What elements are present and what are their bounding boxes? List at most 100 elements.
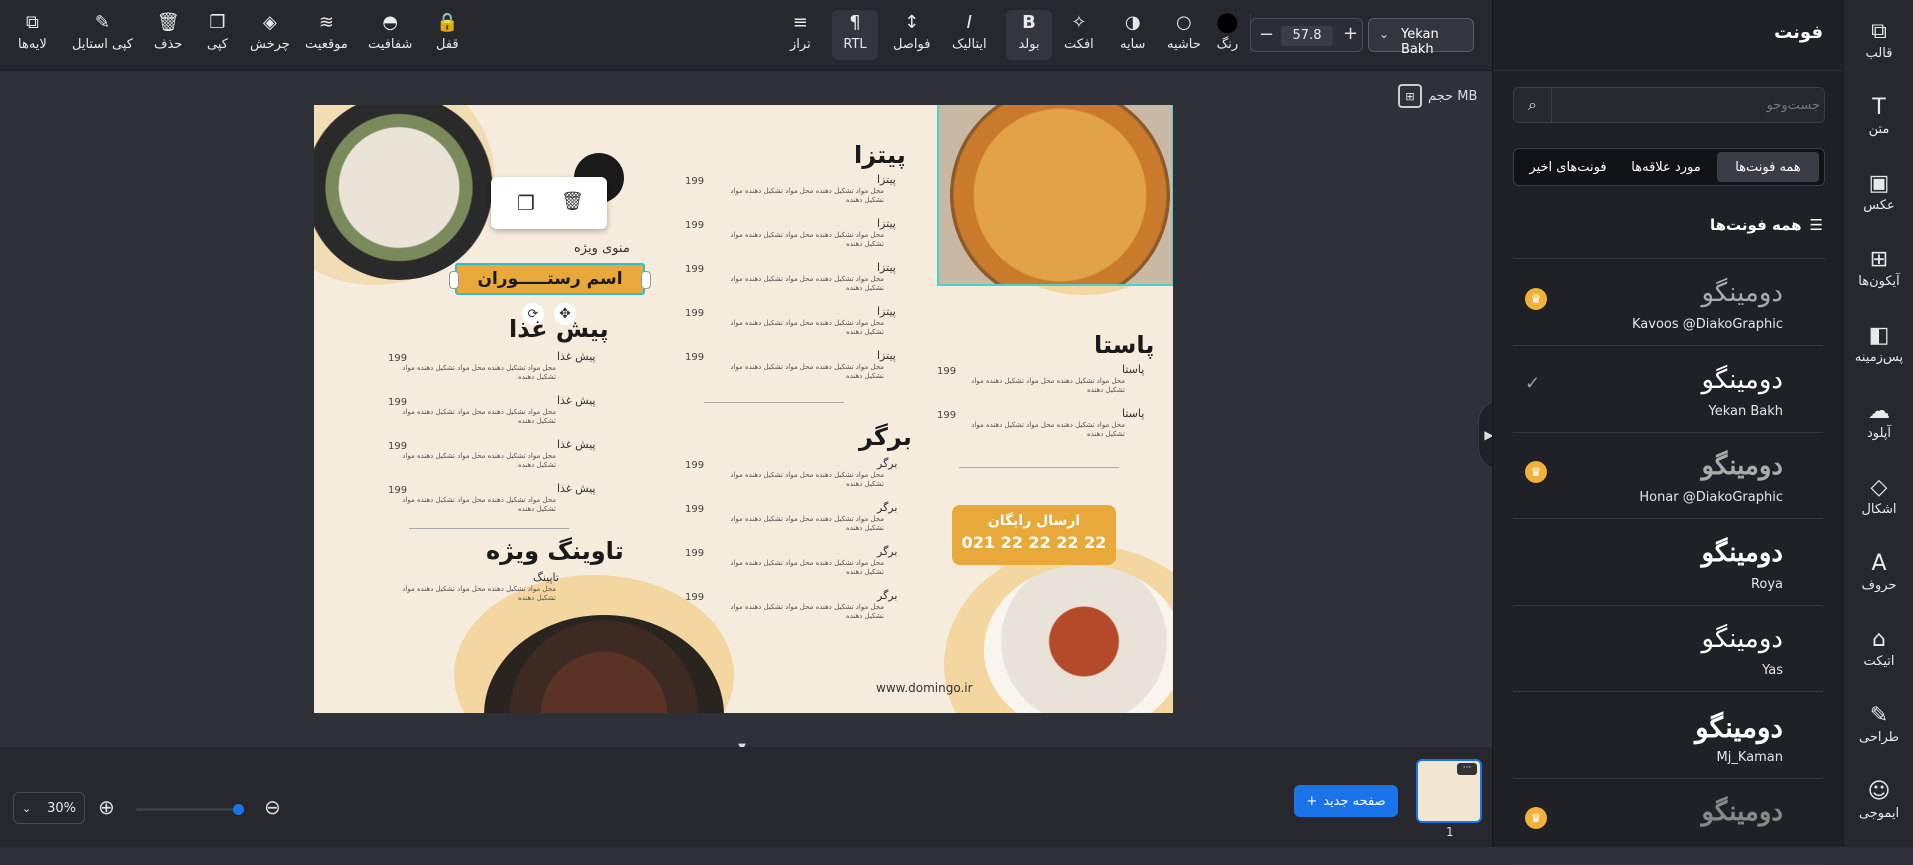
- website-text[interactable]: www.domingo.ir: [876, 681, 973, 695]
- pizza-item-title[interactable]: پیتزا: [877, 217, 896, 230]
- rail-item-image[interactable]: ▣ عکس: [1844, 156, 1913, 226]
- rail-item-shapes[interactable]: ◇ اشکال: [1844, 460, 1913, 530]
- duplicate-icon[interactable]: ❐: [517, 191, 535, 215]
- pizza-item-price[interactable]: 199: [685, 264, 704, 275]
- search-icon[interactable]: ⌕: [1514, 88, 1552, 122]
- pizza-item-desc[interactable]: محل مواد تشکیل دهنده محل مواد تشکیل دهند…: [724, 231, 884, 249]
- search-input[interactable]: [1554, 90, 1820, 120]
- burger-item-title[interactable]: برگر: [877, 589, 897, 602]
- pasta-item-desc[interactable]: محل مواد تشکیل دهنده محل مواد تشکیل دهند…: [965, 377, 1125, 395]
- zoom-slider-thumb[interactable]: [233, 804, 244, 815]
- burger-item-desc[interactable]: محل مواد تشکیل دهنده محل مواد تشکیل دهند…: [724, 515, 884, 533]
- special-item-title[interactable]: تاپینگ: [533, 571, 559, 584]
- appetizer-item-price[interactable]: 199: [388, 441, 407, 452]
- font-list-item[interactable]: دومینگو Kavoos @DiakoGraphic ♛: [1513, 260, 1823, 346]
- rail-item-background[interactable]: ◧ پس‌زمینه: [1844, 308, 1913, 378]
- copy-style-button[interactable]: ✎ کپی استایل: [72, 10, 133, 60]
- font-size-stepper[interactable]: − 57.8 +: [1250, 18, 1363, 52]
- effect-button[interactable]: ✧ افکت: [1064, 10, 1094, 60]
- border-button[interactable]: ○ حاشیه: [1167, 10, 1201, 60]
- font-tab-favorites[interactable]: مورد علاقه‌ها: [1621, 152, 1711, 182]
- trash-icon[interactable]: 🗑: [561, 191, 584, 212]
- burger-item-title[interactable]: برگر: [877, 545, 897, 558]
- pizza-item-desc[interactable]: محل مواد تشکیل دهنده محل مواد تشکیل دهند…: [724, 187, 884, 205]
- align-button[interactable]: ≡ تراز: [790, 10, 811, 60]
- appetizer-item-desc[interactable]: محل مواد تشکیل دهنده محل مواد تشکیل دهند…: [396, 496, 556, 514]
- zoom-out-icon[interactable]: ⊖: [264, 795, 281, 819]
- salmon-dish-image[interactable]: [314, 105, 494, 280]
- bold-button[interactable]: B بولد: [1006, 10, 1052, 60]
- rtl-button[interactable]: ¶ RTL: [832, 10, 878, 60]
- pasta-item-title[interactable]: پاستا: [1122, 407, 1144, 420]
- appetizer-item-desc[interactable]: محل مواد تشکیل دهنده محل مواد تشکیل دهند…: [396, 364, 556, 382]
- zoom-select[interactable]: ⌄ 30%: [13, 792, 85, 824]
- pizza-item-title[interactable]: پیتزا: [877, 305, 896, 318]
- delete-button[interactable]: 🗑 حذف: [154, 10, 182, 60]
- shadow-button[interactable]: ◑ سایه: [1120, 10, 1145, 60]
- resize-handle-right[interactable]: [641, 271, 651, 289]
- appetizer-item-price[interactable]: 199: [388, 353, 407, 364]
- color-button[interactable]: ● رنگ: [1216, 7, 1239, 60]
- appetizer-heading[interactable]: پیش غذا: [509, 315, 609, 343]
- appetizer-item-desc[interactable]: محل مواد تشکیل دهنده محل مواد تشکیل دهند…: [396, 408, 556, 426]
- pizza-item-price[interactable]: 199: [685, 308, 704, 319]
- appetizer-item-title[interactable]: پیش غذا: [557, 482, 595, 495]
- plus-icon[interactable]: +: [1343, 23, 1358, 44]
- italic-button[interactable]: I ایتالیک: [952, 10, 987, 60]
- pizza-item-title[interactable]: پیتزا: [877, 173, 896, 186]
- opacity-button[interactable]: ◓ شفافیت: [368, 10, 412, 60]
- appetizer-item-price[interactable]: 199: [388, 485, 407, 496]
- font-list-item[interactable]: دومینگو Yekan Bakh ✓: [1513, 347, 1823, 433]
- rail-item-emoji[interactable]: ☺ ایموجی: [1844, 764, 1913, 834]
- font-list-item[interactable]: دومینگو ♛: [1513, 779, 1823, 865]
- copy-button[interactable]: ❐ کپی: [207, 10, 228, 60]
- burger-item-desc[interactable]: محل مواد تشکیل دهنده محل مواد تشکیل دهند…: [724, 603, 884, 621]
- font-tab-all[interactable]: همه فونت‌ها: [1717, 152, 1819, 182]
- rail-item-letters[interactable]: A حروف: [1844, 536, 1913, 606]
- lock-button[interactable]: 🔒 قفل: [436, 10, 459, 60]
- new-page-button[interactable]: + صفحه جدید: [1294, 785, 1398, 817]
- page-thumbnail[interactable]: ···: [1416, 759, 1482, 823]
- rail-item-upload[interactable]: ☁ آپلود: [1844, 384, 1913, 454]
- special-menu-label[interactable]: منوی ویژه: [574, 241, 630, 256]
- rail-item-pencil[interactable]: ✎ طراحی: [1844, 688, 1913, 758]
- special-heading[interactable]: تاوینگ ویژه: [486, 537, 624, 565]
- restaurant-name-text[interactable]: اسم رستـــــوران: [477, 269, 622, 289]
- font-family-select[interactable]: ⌄ Yekan Bakh: [1368, 18, 1474, 57]
- restaurant-name-selected[interactable]: اسم رستـــــوران: [449, 263, 651, 295]
- font-list-item[interactable]: دومینگو Mj_Kaman: [1513, 693, 1823, 779]
- burger-item-price[interactable]: 199: [685, 592, 704, 603]
- font-list-item[interactable]: دومینگو Yas: [1513, 606, 1823, 692]
- rail-item-template[interactable]: ⧉ قالب: [1844, 4, 1913, 74]
- resize-handle-left[interactable]: [449, 271, 459, 289]
- free-delivery-badge[interactable]: ارسال رایگان 021 22 22 22 22: [952, 505, 1116, 565]
- position-button[interactable]: ≋ موقعیت: [305, 10, 348, 60]
- pizza-item-title[interactable]: پیتزا: [877, 349, 896, 362]
- pasta-heading[interactable]: پاستا: [1094, 331, 1154, 359]
- zoom-slider[interactable]: [136, 804, 244, 815]
- burger-item-price[interactable]: 199: [685, 460, 704, 471]
- pasta-item-desc[interactable]: محل مواد تشکیل دهنده محل مواد تشکیل دهند…: [965, 421, 1125, 439]
- burger-item-desc[interactable]: محل مواد تشکیل دهنده محل مواد تشکیل دهند…: [724, 471, 884, 489]
- burger-item-title[interactable]: برگر: [877, 457, 897, 470]
- burger-item-price[interactable]: 199: [685, 548, 704, 559]
- rail-item-tag[interactable]: ⌂ اتیکت: [1844, 612, 1913, 682]
- pasta-item-price[interactable]: 199: [937, 410, 956, 421]
- font-tab-recent[interactable]: فونت‌های اخیر: [1519, 152, 1617, 182]
- appetizer-item-title[interactable]: پیش غذا: [557, 350, 595, 363]
- pizza-item-desc[interactable]: محل مواد تشکیل دهنده محل مواد تشکیل دهند…: [724, 363, 884, 381]
- special-item-desc[interactable]: محل مواد تشکیل دهنده محل مواد تشکیل دهند…: [396, 585, 556, 603]
- appetizer-item-title[interactable]: پیش غذا: [557, 394, 595, 407]
- layers-button[interactable]: ⧉ لایه‌ها: [18, 10, 47, 60]
- rail-item-text[interactable]: T متن: [1844, 80, 1913, 150]
- burger-item-title[interactable]: برگر: [877, 501, 897, 514]
- pizza-item-title[interactable]: پیتزا: [877, 261, 896, 274]
- zoom-in-icon[interactable]: ⊕: [98, 795, 115, 819]
- pasta-item-title[interactable]: پاستا: [1122, 363, 1144, 376]
- spacing-button[interactable]: ↕ فواصل: [893, 10, 930, 60]
- appetizer-item-price[interactable]: 199: [388, 397, 407, 408]
- burger-item-desc[interactable]: محل مواد تشکیل دهنده محل مواد تشکیل دهند…: [724, 559, 884, 577]
- appetizer-item-desc[interactable]: محل مواد تشکیل دهنده محل مواد تشکیل دهند…: [396, 452, 556, 470]
- pizza-item-price[interactable]: 199: [685, 176, 704, 187]
- pizza-item-desc[interactable]: محل مواد تشکیل دهنده محل مواد تشکیل دهند…: [724, 319, 884, 337]
